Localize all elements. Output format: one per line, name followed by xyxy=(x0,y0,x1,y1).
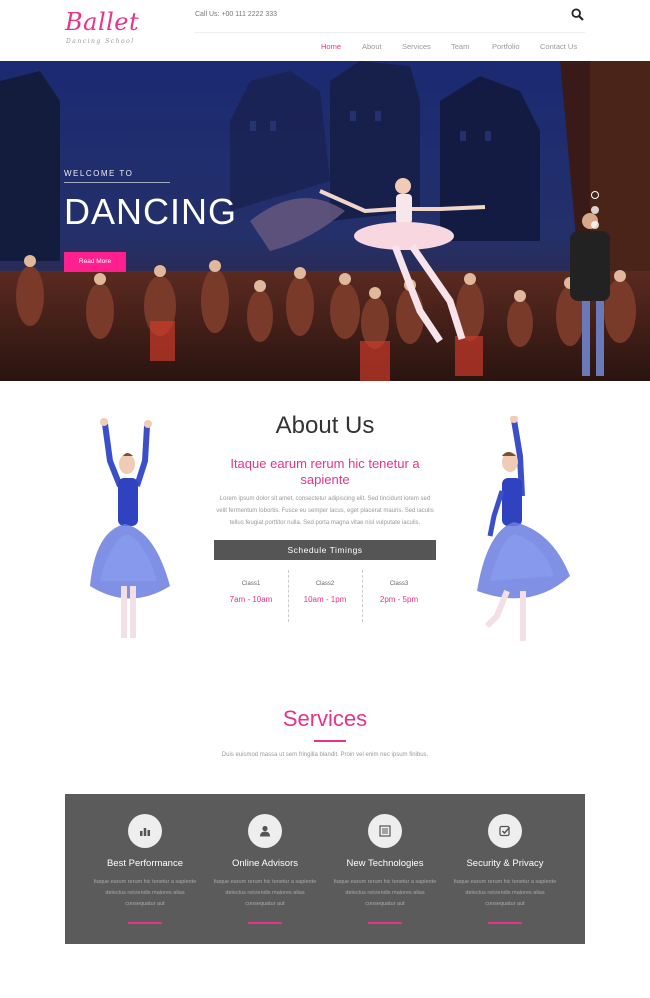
class-item: Class1 7am - 10am xyxy=(214,570,288,622)
service-accent-line xyxy=(368,922,402,924)
nav-about[interactable]: About xyxy=(362,42,382,51)
service-text: Itaque earum rerum hic tenetur a sapient… xyxy=(333,879,437,907)
service-title: Best Performance xyxy=(106,858,184,869)
service-text: Itaque earum rerum hic tenetur a sapient… xyxy=(93,879,197,907)
nav-services[interactable]: Services xyxy=(402,42,431,51)
schedule-timings-header: Schedule Timings xyxy=(214,540,436,560)
services-description: Duis euismod massa ut sem fringilla blan… xyxy=(221,752,429,758)
bar-chart-icon xyxy=(140,828,150,836)
service-item: New Technologies Itaque earum rerum hic … xyxy=(325,794,445,944)
slider-dot-2[interactable] xyxy=(591,206,599,214)
service-text: Itaque earum rerum hic tenetur a sapient… xyxy=(453,879,557,907)
read-more-button[interactable]: Read More xyxy=(64,252,126,272)
hero-welcome: WELCOME TO xyxy=(64,169,134,178)
service-icon-circle xyxy=(248,814,282,848)
service-item: Best Performance Itaque earum rerum hic … xyxy=(85,794,205,944)
class-name: Class3 xyxy=(389,581,409,587)
logo-title[interactable]: Ballet xyxy=(65,8,139,36)
nav-portfolio[interactable]: Portfolio xyxy=(492,42,520,51)
class-item: Class3 2pm - 5pm xyxy=(362,570,436,622)
service-text: Itaque earum rerum hic tenetur a sapient… xyxy=(213,879,317,907)
service-accent-line xyxy=(128,922,162,924)
service-accent-line xyxy=(488,922,522,924)
nav-contact-us[interactable]: Contact Us xyxy=(540,42,577,51)
nav-home[interactable]: Home xyxy=(321,42,341,51)
list-icon xyxy=(379,825,391,837)
site-header: Ballet Dancing School Call Us: +00 111 2… xyxy=(0,0,650,61)
services-title: Services xyxy=(282,706,368,731)
about-body: Lorem ipsum dolor sit amet, consectetur … xyxy=(216,496,434,526)
class-time: 2pm - 5pm xyxy=(379,595,419,604)
class-item: Class2 10am - 1pm xyxy=(288,570,362,622)
service-icon-circle xyxy=(488,814,522,848)
dancer-image-left xyxy=(90,418,170,638)
hero-title: DANCING xyxy=(64,191,238,232)
header-divider xyxy=(195,32,585,33)
call-us-text: Call Us: +00 111 2222 333 xyxy=(195,11,278,18)
slider-dot-3[interactable] xyxy=(591,221,599,229)
class-time: 7am - 10am xyxy=(229,595,273,604)
service-icon-circle xyxy=(128,814,162,848)
slider-dot-1[interactable] xyxy=(591,191,599,199)
main-nav: Home About Services Team Portfolio Conta… xyxy=(0,42,650,52)
service-icon-circle xyxy=(368,814,402,848)
service-title: Security & Privacy xyxy=(466,858,544,869)
about-subtitle: Itaque earum rerum hic tenetur a sapient… xyxy=(230,456,420,487)
service-title: New Technologies xyxy=(346,858,424,869)
user-icon xyxy=(260,825,270,837)
dancer-image-right xyxy=(477,416,570,641)
services-panel: Best Performance Itaque earum rerum hic … xyxy=(65,794,585,944)
check-square-icon xyxy=(499,825,511,837)
class-name: Class2 xyxy=(315,581,335,587)
nav-team[interactable]: Team xyxy=(451,42,469,51)
services-divider xyxy=(314,740,346,742)
search-icon[interactable] xyxy=(571,8,584,21)
class-name: Class1 xyxy=(241,581,261,587)
service-item: Security & Privacy Itaque earum rerum hi… xyxy=(445,794,565,944)
service-item: Online Advisors Itaque earum rerum hic t… xyxy=(205,794,325,944)
schedule-classes: Class1 7am - 10am Class2 10am - 1pm Clas… xyxy=(214,570,436,622)
hero-welcome-divider xyxy=(64,182,170,183)
slider-pagination xyxy=(590,189,600,234)
hero-banner: WELCOME TO DANCING Read More xyxy=(0,61,650,381)
class-time: 10am - 1pm xyxy=(303,595,347,604)
service-title: Online Advisors xyxy=(231,858,298,869)
service-accent-line xyxy=(248,922,282,924)
